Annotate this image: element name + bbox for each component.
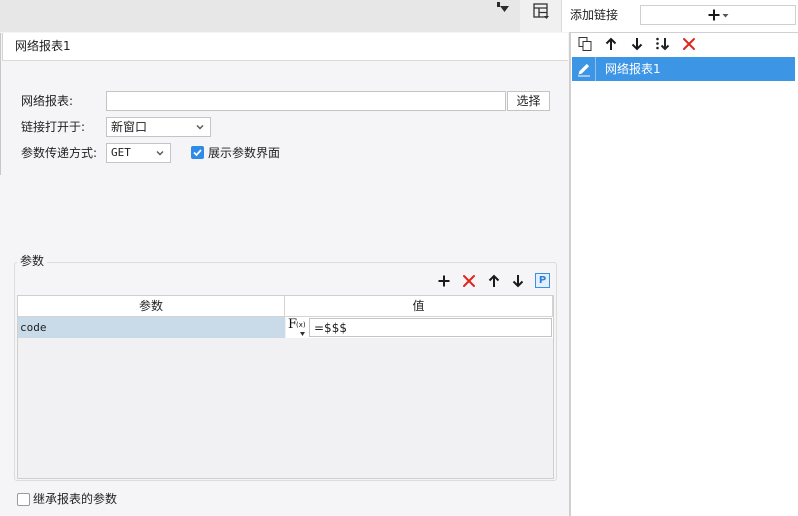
- params-table-header: 参数 值: [18, 296, 553, 317]
- parameter-icon[interactable]: P: [535, 273, 550, 288]
- formula-icon[interactable]: F (x): [288, 317, 308, 338]
- report-label: 网络报表:: [21, 94, 74, 108]
- param-name-cell[interactable]: code: [18, 317, 285, 338]
- open-in-label: 链接打开于:: [21, 120, 86, 134]
- hyperlink-panel-icon: [532, 2, 550, 20]
- hyperlink-panel-tab[interactable]: [520, 0, 562, 32]
- link-item-label: 网络报表1: [605, 62, 661, 76]
- params-table-body[interactable]: [18, 338, 553, 478]
- param-value-input[interactable]: [309, 318, 552, 337]
- chevron-down-icon: [190, 118, 210, 136]
- arrow-up-icon[interactable]: [486, 273, 502, 289]
- report-url-input[interactable]: [106, 91, 506, 111]
- chevron-down-icon: [722, 12, 729, 19]
- open-in-select[interactable]: 新窗口: [106, 117, 211, 137]
- checkmark-icon: [193, 149, 202, 157]
- copy-icon[interactable]: [577, 36, 593, 52]
- inherit-params-checkbox[interactable]: [17, 493, 30, 506]
- arrow-down-icon[interactable]: [510, 273, 526, 289]
- add-link-button-content: [707, 8, 729, 22]
- dropdown-menu-icon[interactable]: [495, 0, 511, 16]
- column-header-param[interactable]: 参数: [18, 296, 285, 316]
- select-report-button[interactable]: 选择: [507, 91, 550, 111]
- editor-tab-strip: 网络报表1: [2, 33, 568, 61]
- chevron-down-icon: [150, 144, 170, 162]
- method-value: GET: [111, 146, 131, 159]
- open-in-value: 新窗口: [111, 120, 148, 134]
- tab-label: 网络报表1: [15, 39, 71, 53]
- params-table: 参数 值 code F (x): [17, 295, 554, 479]
- pencil-icon: [572, 57, 596, 81]
- link-list-panel: [570, 32, 798, 516]
- delete-icon[interactable]: [681, 36, 697, 52]
- add-link-button[interactable]: [640, 5, 796, 25]
- column-header-value[interactable]: 值: [285, 296, 553, 316]
- param-value-cell: F (x): [286, 317, 553, 338]
- delete-icon[interactable]: [461, 273, 477, 289]
- plus-icon: [707, 8, 721, 22]
- params-section-label: 参数: [17, 253, 48, 269]
- plus-icon[interactable]: [436, 273, 452, 289]
- sort-icon[interactable]: [654, 36, 670, 52]
- panel-edge-divider: [0, 33, 1, 175]
- arrow-up-icon[interactable]: [603, 36, 619, 52]
- show-params-label: 展示参数界面: [208, 146, 281, 160]
- table-row[interactable]: code F (x): [18, 317, 553, 338]
- method-label: 参数传递方式:: [21, 146, 98, 160]
- chevron-down-icon: [300, 332, 305, 336]
- designer-top-strip: [0, 0, 520, 32]
- method-select[interactable]: GET: [106, 143, 171, 163]
- formula-icon-sub: (x): [296, 321, 306, 329]
- arrow-down-icon[interactable]: [629, 36, 645, 52]
- inherit-params-label: 继承报表的参数: [33, 492, 118, 506]
- tab-network-report[interactable]: 网络报表1: [3, 33, 81, 60]
- list-item[interactable]: 网络报表1: [572, 57, 795, 81]
- show-params-checkbox[interactable]: [191, 146, 204, 159]
- add-link-label: 添加链接: [570, 8, 619, 22]
